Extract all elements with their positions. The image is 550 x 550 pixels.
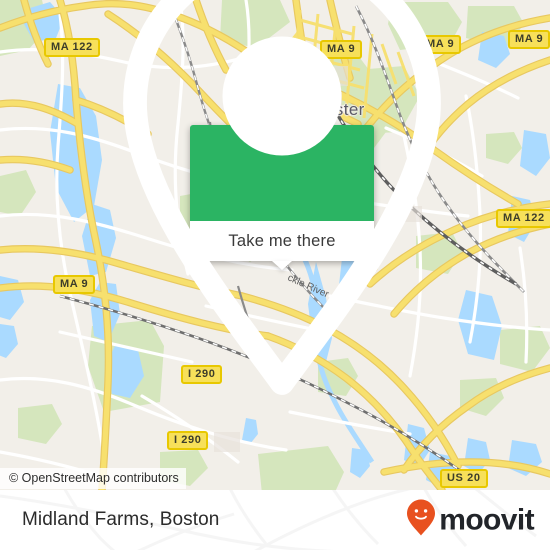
shield-i-290-lower[interactable]: I 290 <box>167 431 209 450</box>
popup-pin-panel <box>123 0 441 395</box>
moovit-logo[interactable]: moovit <box>406 499 535 542</box>
footer-bar: Midland Farms, Boston moovit <box>0 490 550 550</box>
map-canvas[interactable]: Worcester ckle River MA 122 MA 9 MA 9 MA… <box>0 0 550 490</box>
popup-pointer-tail <box>272 261 292 270</box>
location-popup-card[interactable]: Take me there <box>123 0 441 395</box>
shield-us-20[interactable]: US 20 <box>440 469 488 488</box>
map-pin-icon <box>7 0 550 418</box>
moovit-wordmark: moovit <box>439 503 534 536</box>
moovit-map-screenshot: Worcester ckle River MA 122 MA 9 MA 9 MA… <box>0 0 550 550</box>
map-attribution[interactable]: © OpenStreetMap contributors <box>0 468 186 489</box>
moovit-smiley-pin-icon <box>406 499 436 542</box>
location-title: Midland Farms, Boston <box>22 509 220 530</box>
